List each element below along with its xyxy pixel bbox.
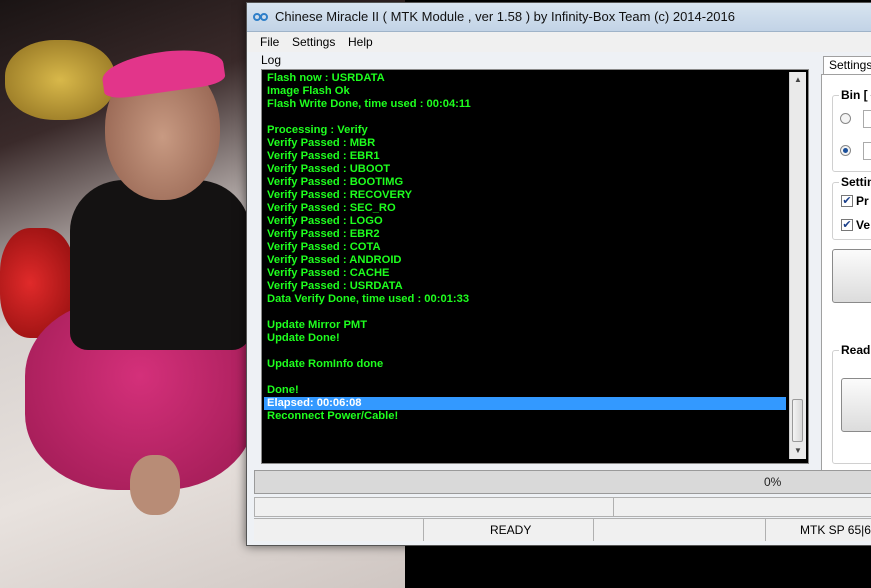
bin-field-2[interactable] (863, 142, 871, 160)
status-bar: READY MTK SP 65|67 (254, 518, 871, 541)
log-line: Update Mirror PMT (267, 319, 368, 331)
log-line: Verify Passed : BOOTIMG (267, 176, 404, 188)
progress-bar: 0% (254, 470, 871, 494)
log-scrollbar[interactable]: ▲ ▼ (789, 72, 806, 459)
log-line: Verify Passed : CACHE (267, 267, 390, 279)
menu-help[interactable]: Help (348, 35, 373, 49)
desktop-background (405, 544, 871, 588)
log-line: Verify Passed : ANDROID (267, 254, 402, 266)
settings-panel: Bin [ Settin ✔ Pr ✔ Ve Read (821, 74, 871, 471)
progress-percent: 0% (764, 475, 782, 489)
status-chip-text: MTK SP 65|67 (800, 523, 871, 537)
log-line: Verify Passed : RECOVERY (267, 189, 413, 201)
menu-bar: File Settings Help (247, 32, 871, 52)
read-button[interactable] (841, 378, 871, 432)
scrollbar-thumb[interactable] (792, 399, 803, 442)
status-ready-text: READY (490, 523, 532, 537)
checkbox-pr[interactable]: ✔ (841, 195, 853, 207)
checkbox-pr-label: Pr (856, 194, 869, 208)
photo-foot (130, 455, 180, 515)
log-line: Data Verify Done, time used : 00:01:33 (267, 293, 470, 305)
log-label: Log (261, 53, 282, 67)
log-line: Verify Passed : EBR2 (267, 228, 380, 240)
tab-settings[interactable]: Settings (823, 56, 871, 74)
app-window: Chinese Miracle II ( MTK Module , ver 1.… (246, 2, 871, 546)
photo-pillow (5, 40, 115, 120)
app-logo-icon (253, 11, 269, 23)
status-segment-1 (254, 519, 424, 541)
menu-settings[interactable]: Settings (292, 35, 335, 49)
log-line: Processing : Verify (267, 124, 368, 136)
settings-group: Settin ✔ Pr ✔ Ve (832, 175, 871, 240)
status-segment-3 (593, 519, 766, 541)
bin-group: Bin [ (832, 88, 871, 172)
log-panel: Flash now : USRDATA Image Flash Ok Flash W… (261, 69, 809, 464)
read-group-title: Read (839, 343, 871, 357)
log-line: Verify Passed : LOGO (267, 215, 383, 227)
bin-radio-1[interactable] (840, 113, 851, 124)
checkbox-ve[interactable]: ✔ (841, 219, 853, 231)
bin-field-1[interactable] (863, 110, 871, 128)
log-line: Verify Passed : COTA (267, 241, 381, 253)
log-line: Flash now : USRDATA (267, 72, 385, 84)
log-line: Done! (267, 384, 299, 396)
log-line: Verify Passed : EBR1 (267, 150, 380, 162)
log-line: Reconnect Power/Cable! (267, 410, 399, 422)
log-line: Verify Passed : USRDATA (267, 280, 403, 292)
log-line: Update RomInfo done (267, 358, 384, 370)
info-divider (613, 498, 614, 516)
log-line: Verify Passed : MBR (267, 137, 376, 149)
bin-radio-2[interactable] (840, 145, 851, 156)
title-bar[interactable]: Chinese Miracle II ( MTK Module , ver 1.… (247, 3, 871, 32)
log-line: Flash Write Done, time used : 00:04:11 (267, 98, 471, 110)
action-button-1[interactable] (832, 249, 871, 303)
scroll-down-icon[interactable]: ▼ (790, 443, 806, 459)
bin-group-title: Bin [ (839, 88, 870, 102)
scroll-up-icon[interactable]: ▲ (790, 72, 806, 88)
log-line: Verify Passed : UBOOT (267, 163, 391, 175)
settings-group-title: Settin (839, 175, 871, 189)
log-text-area[interactable]: Flash now : USRDATA Image Flash Ok Flash W… (264, 72, 786, 459)
menu-file[interactable]: File (260, 35, 279, 49)
checkbox-ve-label: Ve (856, 218, 871, 232)
log-line: Image Flash Ok (267, 85, 350, 97)
window-title: Chinese Miracle II ( MTK Module , ver 1.… (275, 9, 736, 24)
log-line: Verify Passed : SEC_RO (267, 202, 396, 214)
status-segment-ready: READY (423, 519, 594, 541)
photo-black-top (70, 180, 250, 350)
log-line: Update Done! (267, 332, 340, 344)
info-row (254, 497, 871, 517)
log-line: Elapsed: 00:06:08 (264, 397, 786, 410)
read-group: Read (832, 343, 871, 464)
status-segment-chip: MTK SP 65|67 (765, 519, 871, 541)
